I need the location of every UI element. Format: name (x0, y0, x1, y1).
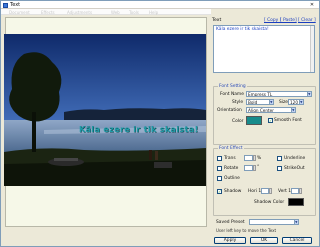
clear-link[interactable]: [ Clear ] (298, 18, 316, 23)
size-value: 120 (290, 100, 298, 105)
settings-panel: Text [ Copy ] [ Paste] [ Clear ] Käla ez… (212, 11, 316, 246)
orientation-value: Align Center (248, 108, 274, 113)
saved-preset-label: Saved Preset (216, 220, 245, 225)
smooth-font-label: Smooth Font (274, 118, 302, 123)
menu-item-document[interactable]: Document (9, 10, 30, 15)
text-tool-icon (3, 2, 8, 8)
lake-photo (4, 34, 206, 186)
rotate-checkbox[interactable] (217, 166, 222, 171)
text-input[interactable]: Käla ezere ir tik skaista! (213, 25, 315, 73)
menu-item-tools[interactable]: Tools (129, 10, 139, 15)
orientation-select[interactable]: Align Center ▼ (246, 107, 296, 113)
trans-value-input[interactable] (244, 155, 253, 161)
shadow-checkbox[interactable]: ✓ (217, 189, 222, 194)
text-dialog-window: Text ✕ Document Effects Adjustments Web … (0, 0, 320, 247)
style-select[interactable]: Bold ▼ (246, 99, 274, 105)
size-label: Size (279, 100, 289, 105)
strikeout-label: StrikeOut (284, 166, 305, 171)
cancel-button[interactable]: Cancel (282, 237, 312, 244)
rotate-spinner[interactable] (253, 165, 256, 171)
trans-checkbox[interactable] (217, 156, 222, 161)
orientation-label: Orientation (217, 108, 242, 113)
menu-item-help[interactable]: Help (149, 10, 158, 15)
chevron-down-icon: ▼ (298, 100, 303, 104)
ok-button[interactable]: OK (250, 237, 278, 244)
font-setting-legend: Font Setting (218, 84, 247, 89)
close-icon: ✕ (309, 2, 315, 8)
rotate-unit: ° (257, 165, 260, 170)
trans-spinner[interactable] (253, 155, 256, 161)
apply-button[interactable]: Apply (214, 237, 246, 244)
close-button[interactable]: ✕ (307, 2, 317, 8)
outline-checkbox[interactable] (217, 176, 222, 181)
strikeout-checkbox[interactable] (277, 166, 282, 171)
shadow-horiz-spinner[interactable] (269, 188, 272, 194)
font-effect-group: Font Effect Trans % Rotate ° Underline S… (213, 146, 316, 216)
saved-preset-select[interactable]: ▼ (249, 219, 299, 225)
color-label: Color (232, 119, 244, 124)
text-input-value: Käla ezere ir tik skaista! (216, 27, 269, 32)
text-scrollbar[interactable] (310, 26, 314, 72)
font-name-select[interactable]: Empress TL ▼ (246, 91, 312, 97)
text-label: Text (212, 18, 222, 23)
menu-bar: Document Effects Adjustments Web Tools H… (1, 9, 211, 15)
photo-preview[interactable]: Käla ezere ir tik skaista! (4, 34, 206, 186)
font-name-label: Font Name (220, 92, 244, 97)
underline-checkbox[interactable] (277, 156, 282, 161)
shadow-horiz-label: Hori 1 (248, 189, 262, 194)
outline-label: Outline (224, 176, 240, 181)
paste-link[interactable]: [ Paste] (280, 18, 297, 23)
shadow-label: Shadow (224, 189, 242, 194)
copy-link[interactable]: [ Copy ] (264, 18, 281, 23)
menu-item-adjustments[interactable]: Adjustments (67, 10, 92, 15)
font-color-swatch[interactable] (246, 116, 262, 125)
trans-unit: % (257, 156, 262, 161)
style-label: Style (232, 100, 244, 105)
window-title: Text (10, 2, 21, 8)
shadow-vert-input[interactable] (291, 188, 299, 194)
smooth-font-checkbox[interactable]: ✓ (268, 118, 273, 123)
size-select[interactable]: 120 ▼ (288, 99, 304, 105)
title-bar[interactable]: Text ✕ (1, 1, 319, 9)
shadow-horiz-input[interactable] (261, 188, 269, 194)
underline-label: Underline (284, 156, 306, 161)
overlay-text[interactable]: Käla ezere ir tik skaista! (79, 124, 198, 134)
shadow-vert-label: Vert 1 (278, 189, 292, 194)
shadow-color-swatch[interactable] (288, 198, 304, 206)
chevron-down-icon: ▼ (268, 100, 273, 104)
trans-label: Trans (224, 156, 236, 161)
chevron-down-icon: ▼ (293, 220, 298, 224)
menu-item-effects[interactable]: Effects (41, 10, 55, 15)
font-setting-group: Font Setting Font Name Empress TL ▼ Styl… (213, 84, 316, 145)
shadow-color-label: Shadow Color (254, 200, 285, 205)
font-effect-legend: Font Effect (218, 146, 244, 151)
shadow-vert-spinner[interactable] (299, 188, 302, 194)
menu-item-web[interactable]: Web (111, 10, 120, 15)
rotate-label: Rotate (224, 166, 239, 171)
font-name-value: Empress TL (248, 92, 273, 97)
style-value: Bold (248, 100, 258, 105)
rotate-value-input[interactable] (244, 165, 253, 171)
chevron-down-icon: ▼ (290, 108, 295, 112)
chevron-down-icon: ▼ (306, 92, 311, 96)
move-hint: User left key to move the Text (216, 228, 277, 233)
